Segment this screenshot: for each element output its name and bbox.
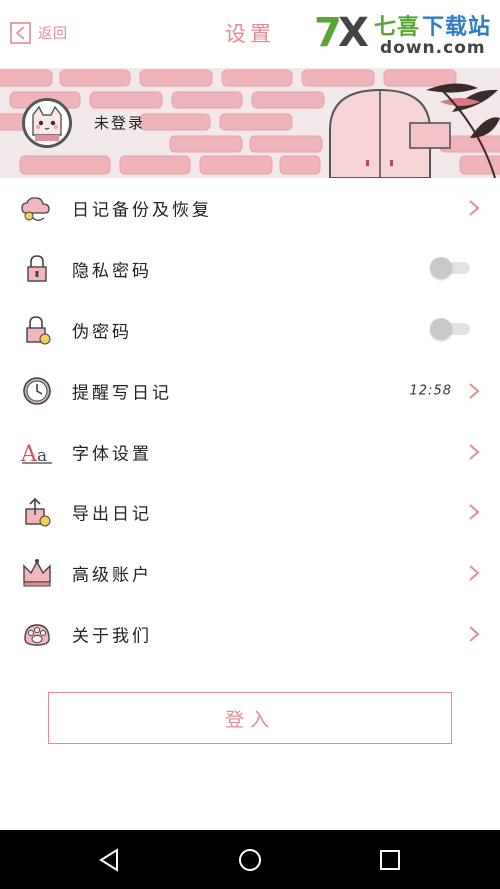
svg-text:下载站: 下载站 bbox=[422, 14, 491, 40]
chevron-right-icon bbox=[469, 383, 480, 399]
menu-item-fake-password[interactable]: 伪密码 bbox=[0, 300, 500, 361]
crown-icon bbox=[23, 559, 51, 587]
lock-icon bbox=[27, 255, 47, 282]
chevron-right-icon bbox=[469, 443, 480, 460]
toggle-knob bbox=[430, 317, 452, 340]
menu-item-label: 导出日记 bbox=[72, 504, 152, 525]
watermark-logo: 7 X 七喜 下载站 down.com bbox=[312, 8, 498, 56]
menu-item-label: 隐私密码 bbox=[72, 261, 152, 282]
fake-lock-icon bbox=[26, 316, 51, 345]
login-status[interactable]: 未登录 bbox=[94, 112, 145, 133]
clock-icon bbox=[23, 376, 51, 405]
paw-icon bbox=[24, 624, 50, 646]
svg-text:七喜: 七喜 bbox=[374, 14, 420, 40]
system-nav-bar bbox=[0, 830, 500, 889]
profile-banner: 未登录 bbox=[0, 68, 500, 178]
menu-item-backup[interactable]: 日记备份及恢复 bbox=[0, 178, 500, 239]
cloud-backup-icon bbox=[21, 197, 50, 222]
menu-item-premium-account[interactable]: 高级账户 bbox=[0, 543, 500, 604]
fake-password-toggle[interactable] bbox=[430, 317, 470, 340]
menu-item-label: 伪密码 bbox=[72, 322, 132, 343]
chevron-right-icon bbox=[469, 565, 480, 581]
nav-home-icon[interactable] bbox=[237, 847, 263, 873]
menu-item-privacy-password[interactable]: 隐私密码 bbox=[0, 239, 500, 300]
menu-item-label: 日记备份及恢复 bbox=[72, 200, 212, 221]
brick-wall-illustration bbox=[0, 68, 500, 178]
menu-item-reminder[interactable]: 提醒写日记 12:58 bbox=[0, 360, 500, 421]
menu-item-label: 提醒写日记 bbox=[72, 383, 172, 404]
settings-list: 日记备份及恢复 隐私密码 伪密码 提醒写日记 12:58 A a 字体设置 导出… bbox=[0, 178, 500, 664]
chevron-right-icon bbox=[469, 504, 480, 521]
menu-item-about[interactable]: 关于我们 bbox=[0, 604, 500, 665]
svg-text:down.com: down.com bbox=[380, 38, 486, 56]
nav-back-icon[interactable] bbox=[97, 847, 123, 873]
login-button[interactable]: 登入 bbox=[48, 692, 452, 744]
chevron-right-icon bbox=[469, 626, 480, 642]
privacy-password-toggle[interactable] bbox=[430, 257, 470, 280]
nav-recents-icon[interactable] bbox=[377, 847, 403, 873]
font-icon: A a bbox=[20, 442, 52, 467]
menu-item-font[interactable]: A a 字体设置 bbox=[0, 421, 500, 482]
export-icon bbox=[25, 498, 51, 527]
svg-text:X: X bbox=[338, 10, 369, 56]
menu-item-label: 高级账户 bbox=[72, 565, 152, 586]
menu-item-label: 关于我们 bbox=[72, 626, 152, 647]
header: 返回 设置 7 X 七喜 下载站 down.com bbox=[0, 0, 500, 68]
menu-item-export[interactable]: 导出日记 bbox=[0, 482, 500, 543]
avatar[interactable] bbox=[22, 98, 72, 148]
cat-avatar-icon bbox=[25, 101, 69, 145]
toggle-knob bbox=[430, 257, 452, 280]
chevron-right-icon bbox=[469, 200, 480, 217]
menu-item-label: 字体设置 bbox=[72, 444, 152, 465]
reminder-time: 12:58 bbox=[409, 383, 452, 399]
